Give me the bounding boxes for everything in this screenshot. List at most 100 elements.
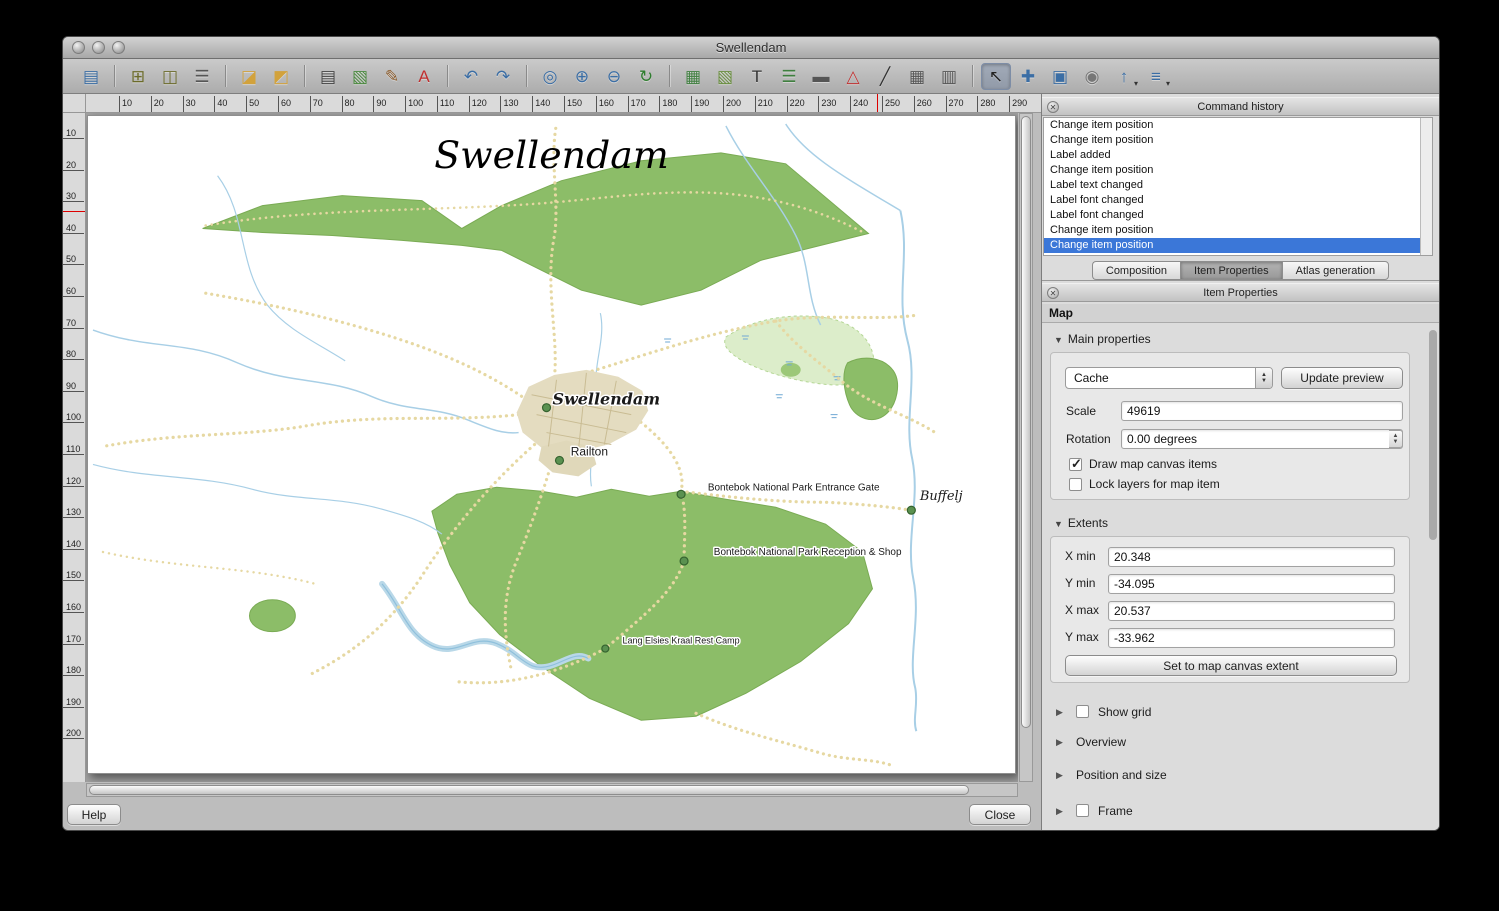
section-position-and-size[interactable]: ▶Position and size <box>1042 767 1439 785</box>
park-pond <box>249 600 295 632</box>
command-history-item[interactable]: Label font changed <box>1044 193 1432 208</box>
draw-map-canvas-items-checkbox[interactable] <box>1069 458 1082 471</box>
section-frame[interactable]: ▶Frame <box>1042 803 1439 821</box>
scrollbar-thumb[interactable] <box>1429 330 1437 540</box>
extent-row: Y min <box>1051 574 1409 596</box>
add-legend-icon[interactable]: ☰ <box>774 63 804 90</box>
zoom-out-icon[interactable]: ⊖ <box>599 63 629 90</box>
save-project-icon[interactable]: ▤ <box>76 63 106 90</box>
command-history-item[interactable]: Change item position <box>1044 223 1432 238</box>
refresh-view-icon[interactable]: ↻ <box>631 63 661 90</box>
close-panel-icon[interactable]: ✕ <box>1047 101 1059 113</box>
duplicate-composition-icon[interactable]: ◫ <box>155 63 185 90</box>
set-to-map-canvas-extent-button[interactable]: Set to map canvas extent <box>1065 655 1397 676</box>
add-shape-icon[interactable]: △ <box>838 63 868 90</box>
command-history-item[interactable]: Label font changed <box>1044 208 1432 223</box>
toolbar-separator <box>225 65 226 87</box>
extent-input-x-min[interactable] <box>1108 547 1395 567</box>
add-table-icon[interactable]: ▦ <box>902 63 932 90</box>
command-history-scrollbar[interactable] <box>1420 118 1432 255</box>
collapse-arrow-icon[interactable]: ▼ <box>1054 519 1063 529</box>
update-preview-button[interactable]: Update preview <box>1281 367 1403 389</box>
export-svg-icon[interactable]: ✎ <box>377 63 407 90</box>
canvas-horizontal-scrollbar[interactable] <box>86 783 1018 797</box>
add-image-icon-glyph: ▧ <box>717 68 733 85</box>
composer-manager-icon[interactable]: ☰ <box>187 63 217 90</box>
command-history-item[interactable]: Label added <box>1044 148 1432 163</box>
map-item[interactable]: Swellendam Railton Bontebok National Par… <box>88 116 1015 773</box>
undo-icon[interactable]: ↶ <box>456 63 486 90</box>
toolbar-separator <box>304 65 305 87</box>
main-properties-group[interactable]: ▼Main properties <box>1054 332 1151 346</box>
cache-dropdown[interactable]: Cache ▲▼ <box>1065 367 1273 389</box>
add-shape-icon-glyph: △ <box>846 68 859 85</box>
add-scalebar-icon[interactable]: ▬ <box>806 63 836 90</box>
load-template-icon-glyph: ◪ <box>241 68 257 85</box>
tab-composition[interactable]: Composition <box>1092 261 1180 280</box>
composition-viewport[interactable]: Swellendam Railton Bontebok National Par… <box>86 113 1018 782</box>
properties-scrollbar[interactable] <box>1429 328 1437 828</box>
command-history-item[interactable]: Change item position <box>1044 133 1432 148</box>
load-template-icon[interactable]: ◪ <box>234 63 264 90</box>
lock-items-icon[interactable]: ◉ <box>1077 63 1107 90</box>
add-image-icon[interactable]: ▧ <box>710 63 740 90</box>
poi-marker <box>680 557 688 565</box>
close-button[interactable]: Close <box>969 804 1031 825</box>
print-icon[interactable]: ▤ <box>313 63 343 90</box>
scrollbar-thumb[interactable] <box>1021 116 1031 728</box>
expand-arrow-icon[interactable]: ▶ <box>1056 707 1063 718</box>
add-arrow-icon[interactable]: ╱ <box>870 63 900 90</box>
export-svg-icon-glyph: ✎ <box>385 68 399 85</box>
add-html-icon[interactable]: ▥ <box>934 63 964 90</box>
expand-arrow-icon[interactable]: ▶ <box>1056 806 1063 817</box>
canvas-vertical-scrollbar[interactable] <box>1019 113 1033 782</box>
extents-group[interactable]: ▼Extents <box>1054 516 1108 530</box>
command-history-item[interactable]: Change item position <box>1044 238 1432 253</box>
rotation-spinner[interactable]: ▲▼ <box>1389 430 1403 448</box>
close-panel-icon[interactable]: ✕ <box>1047 287 1059 299</box>
new-composition-icon-glyph: ⊞ <box>131 68 145 85</box>
export-image-icon[interactable]: ▧ <box>345 63 375 90</box>
lock-layers-checkbox[interactable] <box>1069 478 1082 491</box>
zoom-full-icon-glyph: ◎ <box>543 68 558 85</box>
expand-arrow-icon[interactable]: ▶ <box>1056 770 1063 781</box>
zoom-full-icon[interactable]: ◎ <box>535 63 565 90</box>
command-history-item[interactable]: Change item position <box>1044 118 1432 133</box>
move-item-content-icon[interactable]: ✚ <box>1013 63 1043 90</box>
raise-items-icon[interactable]: ↑▾ <box>1109 63 1139 90</box>
ruler-number: 170 <box>628 96 646 112</box>
zoom-in-icon[interactable]: ⊕ <box>567 63 597 90</box>
align-items-icon[interactable]: ≡▾ <box>1141 63 1171 90</box>
composition-paper[interactable]: Swellendam Railton Bontebok National Par… <box>87 115 1016 774</box>
new-composition-icon[interactable]: ⊞ <box>123 63 153 90</box>
tab-item-properties[interactable]: Item Properties <box>1180 261 1282 280</box>
save-template-icon[interactable]: ◩ <box>266 63 296 90</box>
command-history-item[interactable]: Change item position <box>1044 163 1432 178</box>
redo-icon[interactable]: ↷ <box>488 63 518 90</box>
select-move-item-icon[interactable]: ↖ <box>981 63 1011 90</box>
scrollbar-thumb[interactable] <box>89 785 969 795</box>
extent-input-y-min[interactable] <box>1108 574 1395 594</box>
extent-input-x-max[interactable] <box>1108 601 1395 621</box>
scale-input[interactable] <box>1121 401 1403 421</box>
rotation-input[interactable] <box>1121 429 1403 449</box>
ruler-number: 30 <box>63 190 84 202</box>
add-map-icon[interactable]: ▦ <box>678 63 708 90</box>
checkbox-label: Lock layers for map item <box>1089 477 1220 491</box>
show-grid-checkbox[interactable] <box>1076 705 1089 718</box>
extent-input-y-max[interactable] <box>1108 628 1395 648</box>
ruler-number: 190 <box>63 696 84 708</box>
group-items-icon[interactable]: ▣ <box>1045 63 1075 90</box>
tab-atlas-generation[interactable]: Atlas generation <box>1282 261 1390 280</box>
add-label-icon[interactable]: T <box>742 63 772 90</box>
export-pdf-icon[interactable]: A <box>409 63 439 90</box>
section-overview[interactable]: ▶Overview <box>1042 734 1439 752</box>
ruler-number: 60 <box>63 285 84 297</box>
help-button[interactable]: Help <box>67 804 121 825</box>
titlebar[interactable]: Swellendam <box>63 37 1439 59</box>
command-history-item[interactable]: Label text changed <box>1044 178 1432 193</box>
section-show-grid[interactable]: ▶Show grid <box>1042 704 1439 722</box>
expand-arrow-icon[interactable]: ▶ <box>1056 737 1063 748</box>
collapse-arrow-icon[interactable]: ▼ <box>1054 335 1063 345</box>
frame-checkbox[interactable] <box>1076 804 1089 817</box>
